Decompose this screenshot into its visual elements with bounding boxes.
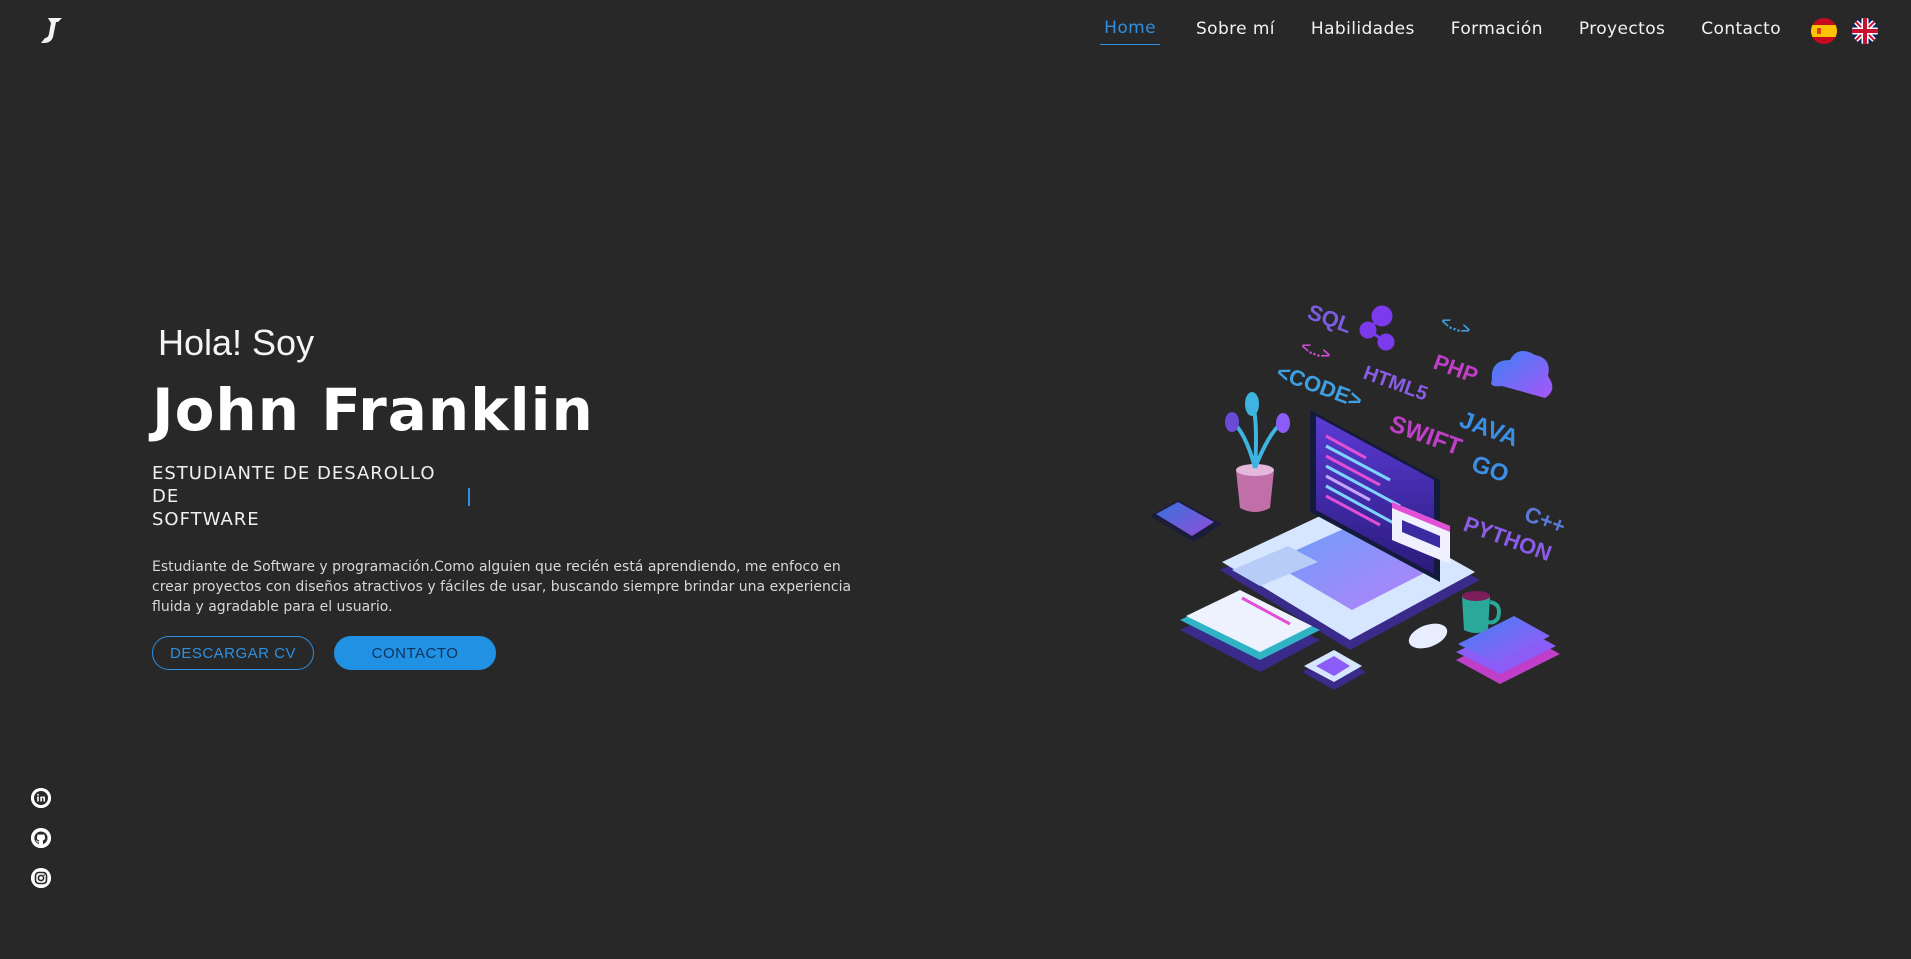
tag-java: JAVA [1456,406,1522,452]
hero-name: John Franklin [152,376,594,444]
nav-habilidades[interactable]: Habilidades [1311,19,1415,45]
hero-greeting: Hola! Soy [158,322,315,363]
spain-flag-icon[interactable] [1811,18,1837,44]
tag-code: <CODE> [1273,359,1365,413]
logo-mark-icon [41,18,62,43]
page: Home Sobre mí Habilidades Formación Proy… [0,0,1911,959]
tag-go: GO [1468,450,1512,488]
mouse-icon [1408,623,1448,649]
hero-description: Estudiante de Software y programación.Co… [152,559,852,615]
main-nav: Home Sobre mí Habilidades Formación Proy… [1100,18,1781,45]
hero-role-line1: ESTUDIANTE DE DESAROLLO DE [152,463,436,507]
developer-laptop-illustration: SQL <...> <...> PHP <CODE> HTML5 SWIFT J… [1150,299,1569,690]
nav-home[interactable]: Home [1100,18,1160,45]
logo[interactable] [30,12,74,48]
language-switcher [1811,18,1878,44]
github-icon[interactable] [31,828,51,848]
nav-formacion[interactable]: Formación [1451,19,1543,45]
share-icon [1359,305,1395,351]
plant-icon [1225,392,1290,512]
hero-section: Hola! Soy John Franklin ESTUDIANTE DE DE… [152,322,872,670]
hero-buttons: DESCARGAR CV CONTACTO [152,636,872,670]
download-cv-button[interactable]: DESCARGAR CV [152,636,314,670]
contact-button[interactable]: CONTACTO [334,636,496,670]
tag-sql: SQL [1304,299,1355,338]
nav-proyectos[interactable]: Proyectos [1579,19,1665,45]
nav-contacto[interactable]: Contacto [1701,19,1781,45]
social-links [31,788,51,888]
typing-caret [468,488,470,506]
cloud-icon [1491,351,1553,398]
tag-swift: SWIFT [1386,410,1466,461]
tag-brackets-1: <...> [1299,338,1333,364]
tag-brackets-2: <...> [1439,313,1473,339]
linkedin-icon[interactable] [31,788,51,808]
hero-role: ESTUDIANTE DE DESAROLLO DE SOFTWARE [152,462,470,531]
tag-html5: HTML5 [1360,362,1430,405]
nav-sobre-mi[interactable]: Sobre mí [1196,19,1275,45]
tag-php: PHP [1430,349,1481,388]
hero-role-line2: SOFTWARE [152,509,260,530]
instagram-icon[interactable] [31,868,51,888]
calculator-icon [1302,650,1366,690]
phone-icon [1150,500,1222,542]
uk-flag-icon[interactable] [1852,18,1878,44]
